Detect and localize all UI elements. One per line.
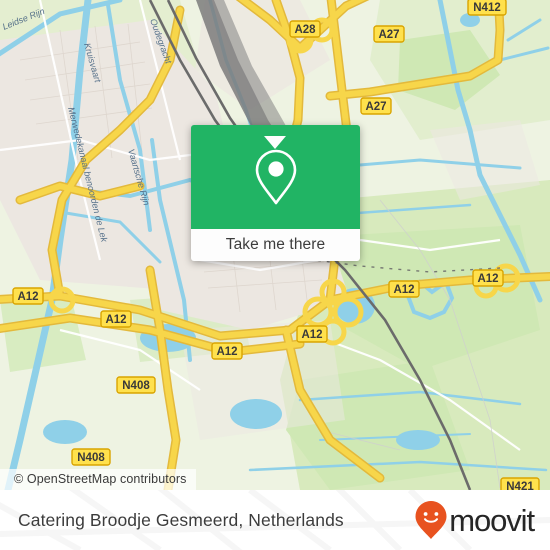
road-shield: A12 [296,325,328,343]
moovit-logo[interactable]: moovit [414,500,535,540]
road-shield: N412 [467,0,507,16]
road-shield: A12 [12,287,44,305]
road-shield: A27 [360,97,392,115]
place-title: Catering Broodje Gesmeerd, Netherlands [18,509,344,530]
svg-text:A27: A27 [378,29,399,41]
road-shield: N421 [500,477,540,490]
svg-text:A12: A12 [216,346,237,358]
road-shield: A12 [100,310,132,328]
road-shield: N408 [116,376,156,394]
road-shield: A28 [289,20,321,38]
moovit-map-screenshot: Leidse Rijn Kruisvaart Oudegracht Merwed… [0,0,550,550]
svg-text:N412: N412 [473,2,501,14]
svg-text:A27: A27 [365,101,386,113]
take-me-there-label: Take me there [225,236,326,253]
svg-text:A12: A12 [477,273,498,285]
moovit-wordmark: moovit [449,502,535,538]
road-shield: A12 [472,269,504,287]
moovit-smiley-pin-icon [415,501,447,539]
road-shield: A12 [388,280,420,298]
osm-attribution[interactable]: © OpenStreetMap contributors [0,469,196,490]
svg-text:N408: N408 [122,380,150,392]
svg-text:A12: A12 [301,329,322,341]
svg-text:A12: A12 [17,291,38,303]
svg-text:N421: N421 [506,481,534,490]
callout-action-area[interactable]: Take me there [191,229,360,261]
svg-text:A12: A12 [105,314,126,326]
svg-text:N408: N408 [77,452,105,464]
callout-pointer [264,136,286,149]
footer-bar: Catering Broodje Gesmeerd, Netherlands m… [0,490,550,550]
svg-text:A12: A12 [393,284,414,296]
map-pin-icon [255,149,296,205]
svg-text:A28: A28 [294,24,316,36]
road-shield: A27 [373,25,405,43]
road-shield: A12 [211,342,243,360]
road-shield: N408 [71,448,111,466]
